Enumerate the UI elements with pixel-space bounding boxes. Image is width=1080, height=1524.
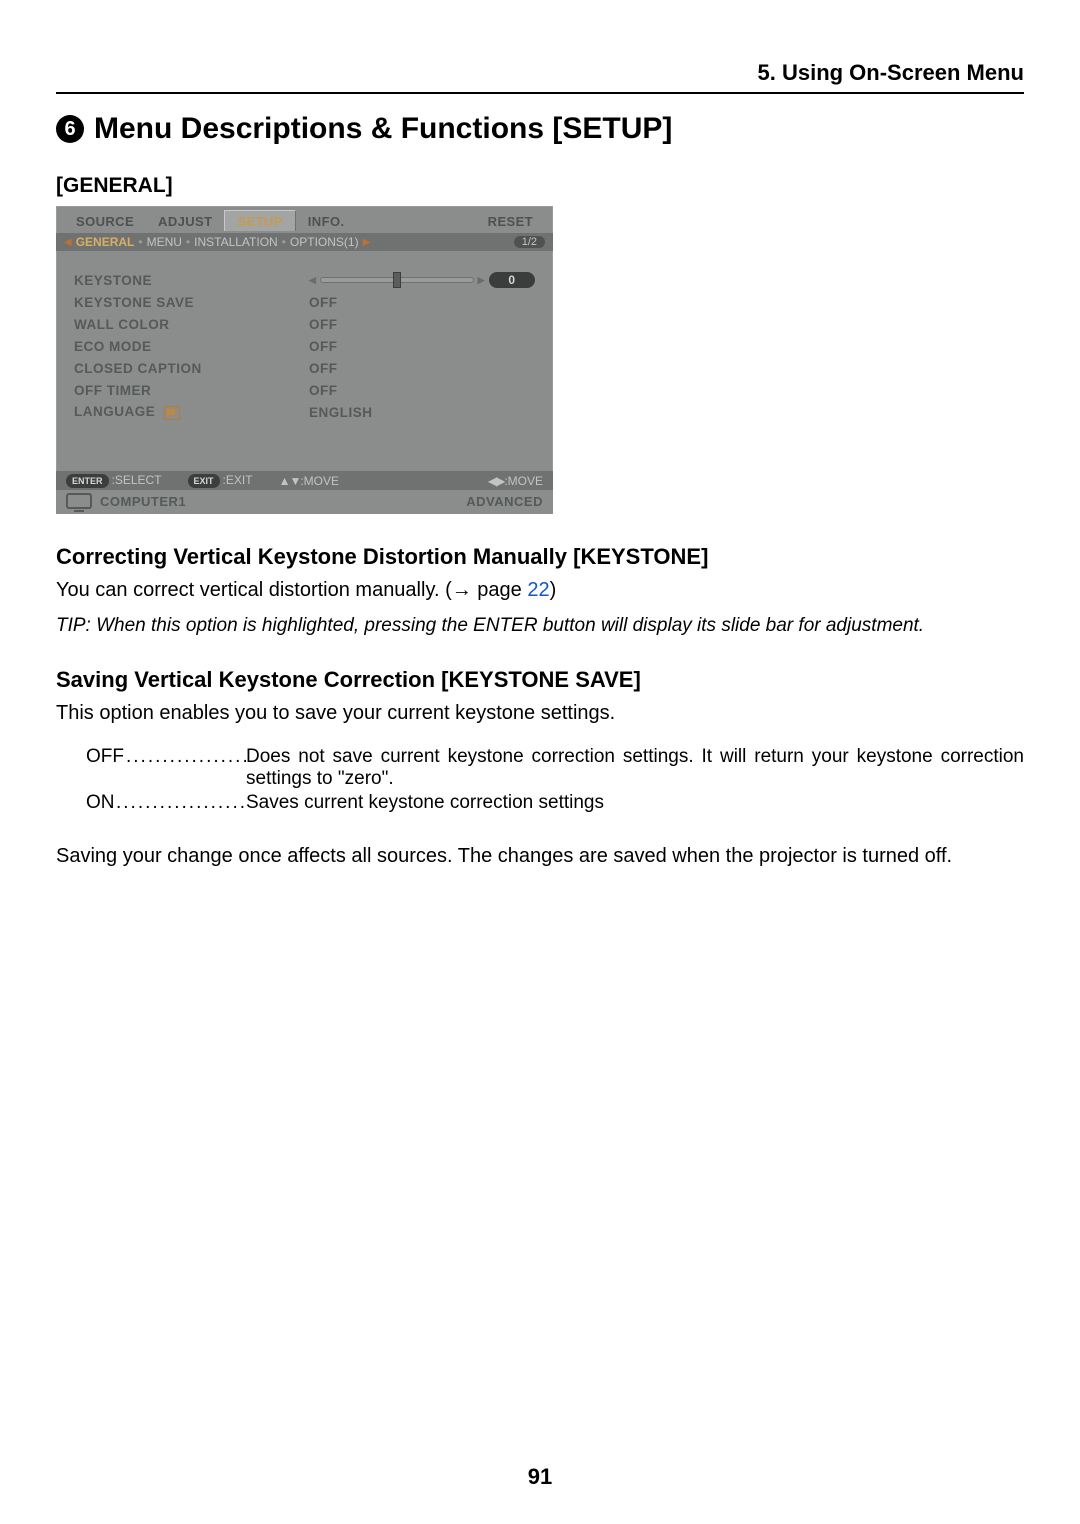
value-keystone-save: OFF	[309, 295, 389, 310]
hint-move-v: :MOVE	[300, 474, 339, 488]
right-arrow-icon: ▶	[363, 237, 371, 248]
heading-keystone: Correcting Vertical Keystone Distortion …	[56, 544, 1024, 570]
hint-move-h: :MOVE	[504, 474, 543, 488]
source-icon	[66, 493, 92, 509]
slider-track[interactable]	[320, 276, 473, 284]
page-link-22[interactable]: 22	[527, 579, 549, 601]
tab-reset[interactable]: RESET	[476, 211, 545, 231]
row-keystone[interactable]: KEYSTONE ◀ ▶ 0	[74, 269, 535, 291]
subtab-general[interactable]: GENERAL	[76, 235, 135, 249]
definition-list: OFF Does not save current keystone corre…	[86, 746, 1024, 814]
value-wall-color: OFF	[309, 317, 389, 332]
chapter-header: 5. Using On-Screen Menu	[56, 60, 1024, 94]
subtab-options1[interactable]: OPTIONS(1)	[290, 235, 359, 249]
para-saving: Saving your change once affects all sour…	[56, 842, 1024, 871]
section-title: 6 Menu Descriptions & Functions [SETUP]	[56, 112, 1024, 146]
para-keystone: You can correct vertical distortion manu…	[56, 576, 1024, 605]
label-keystone-save: KEYSTONE SAVE	[74, 295, 309, 310]
subtab-menu[interactable]: MENU	[147, 235, 182, 249]
value-eco-mode: OFF	[309, 339, 389, 354]
exit-pill: EXIT	[188, 474, 220, 488]
tab-adjust[interactable]: ADJUST	[146, 211, 224, 231]
def-desc-on: Saves current keystone correction settin…	[246, 792, 1024, 814]
general-heading: [GENERAL]	[56, 174, 1024, 198]
slider-value: 0	[489, 272, 535, 288]
separator-dot: •	[138, 235, 142, 249]
osd-hintbar: ENTER:SELECT EXIT:EXIT ▲▼:MOVE ◀▶:MOVE	[56, 471, 553, 490]
section-title-text: Menu Descriptions & Functions [SETUP]	[94, 112, 672, 146]
separator-dot: •	[282, 235, 286, 249]
def-row-off: OFF Does not save current keystone corre…	[86, 746, 1024, 790]
slider-handle[interactable]	[393, 272, 401, 288]
updown-arrow-icon: ▲▼	[279, 474, 301, 488]
slider-left-icon: ◀	[309, 275, 316, 286]
hint-exit: :EXIT	[223, 473, 253, 487]
section-number-badge: 6	[56, 115, 84, 143]
left-arrow-icon: ◀	[64, 237, 72, 248]
tab-setup[interactable]: SETUP	[224, 210, 295, 231]
row-keystone-save[interactable]: KEYSTONE SAVE OFF	[74, 291, 535, 313]
slider-right-icon: ▶	[478, 275, 485, 286]
para-keystone-save: This option enables you to save your cur…	[56, 699, 1024, 728]
label-off-timer: OFF TIMER	[74, 383, 309, 398]
label-keystone: KEYSTONE	[74, 273, 309, 288]
label-language: LANGUAGE	[74, 404, 309, 419]
row-closed-caption[interactable]: CLOSED CAPTION OFF	[74, 357, 535, 379]
osd-tabbar: SOURCE ADJUST SETUP INFO. RESET	[56, 206, 553, 233]
value-closed-caption: OFF	[309, 361, 389, 376]
hint-select: :SELECT	[112, 473, 162, 487]
page-number: 91	[0, 1464, 1080, 1490]
osd-body: KEYSTONE ◀ ▶ 0 KEYSTONE SAVE OFF WALL CO…	[56, 251, 553, 471]
status-source: COMPUTER1	[100, 494, 186, 509]
osd-statusbar: COMPUTER1 ADVANCED	[56, 490, 553, 514]
enter-pill: ENTER	[66, 474, 109, 488]
tip-text: TIP: When this option is highlighted, pr…	[56, 615, 1024, 637]
status-mode: ADVANCED	[466, 494, 543, 509]
label-wall-color: WALL COLOR	[74, 317, 309, 332]
language-icon	[164, 406, 180, 420]
value-language: ENGLISH	[309, 405, 389, 420]
page-indicator: 1/2	[514, 236, 545, 248]
value-off-timer: OFF	[309, 383, 389, 398]
heading-keystone-save: Saving Vertical Keystone Correction [KEY…	[56, 667, 1024, 693]
def-row-on: ON Saves current keystone correction set…	[86, 792, 1024, 814]
def-term-on: ON	[86, 792, 117, 813]
label-eco-mode: ECO MODE	[74, 339, 309, 354]
leftright-arrow-icon: ◀▶	[488, 474, 504, 488]
def-term-off: OFF	[86, 746, 126, 767]
subtab-installation[interactable]: INSTALLATION	[194, 235, 278, 249]
separator-dot: •	[186, 235, 190, 249]
row-eco-mode[interactable]: ECO MODE OFF	[74, 335, 535, 357]
osd-subtabbar: ◀ GENERAL • MENU • INSTALLATION • OPTION…	[56, 233, 553, 251]
osd-menu: SOURCE ADJUST SETUP INFO. RESET ◀ GENERA…	[56, 206, 553, 514]
tab-info[interactable]: INFO.	[296, 211, 357, 231]
def-desc-off: Does not save current keystone correctio…	[246, 746, 1024, 790]
row-wall-color[interactable]: WALL COLOR OFF	[74, 313, 535, 335]
keystone-slider[interactable]: ◀ ▶ 0	[309, 272, 535, 288]
tab-source[interactable]: SOURCE	[64, 211, 146, 231]
row-language[interactable]: LANGUAGE ENGLISH	[74, 401, 535, 423]
label-closed-caption: CLOSED CAPTION	[74, 361, 309, 376]
row-off-timer[interactable]: OFF TIMER OFF	[74, 379, 535, 401]
